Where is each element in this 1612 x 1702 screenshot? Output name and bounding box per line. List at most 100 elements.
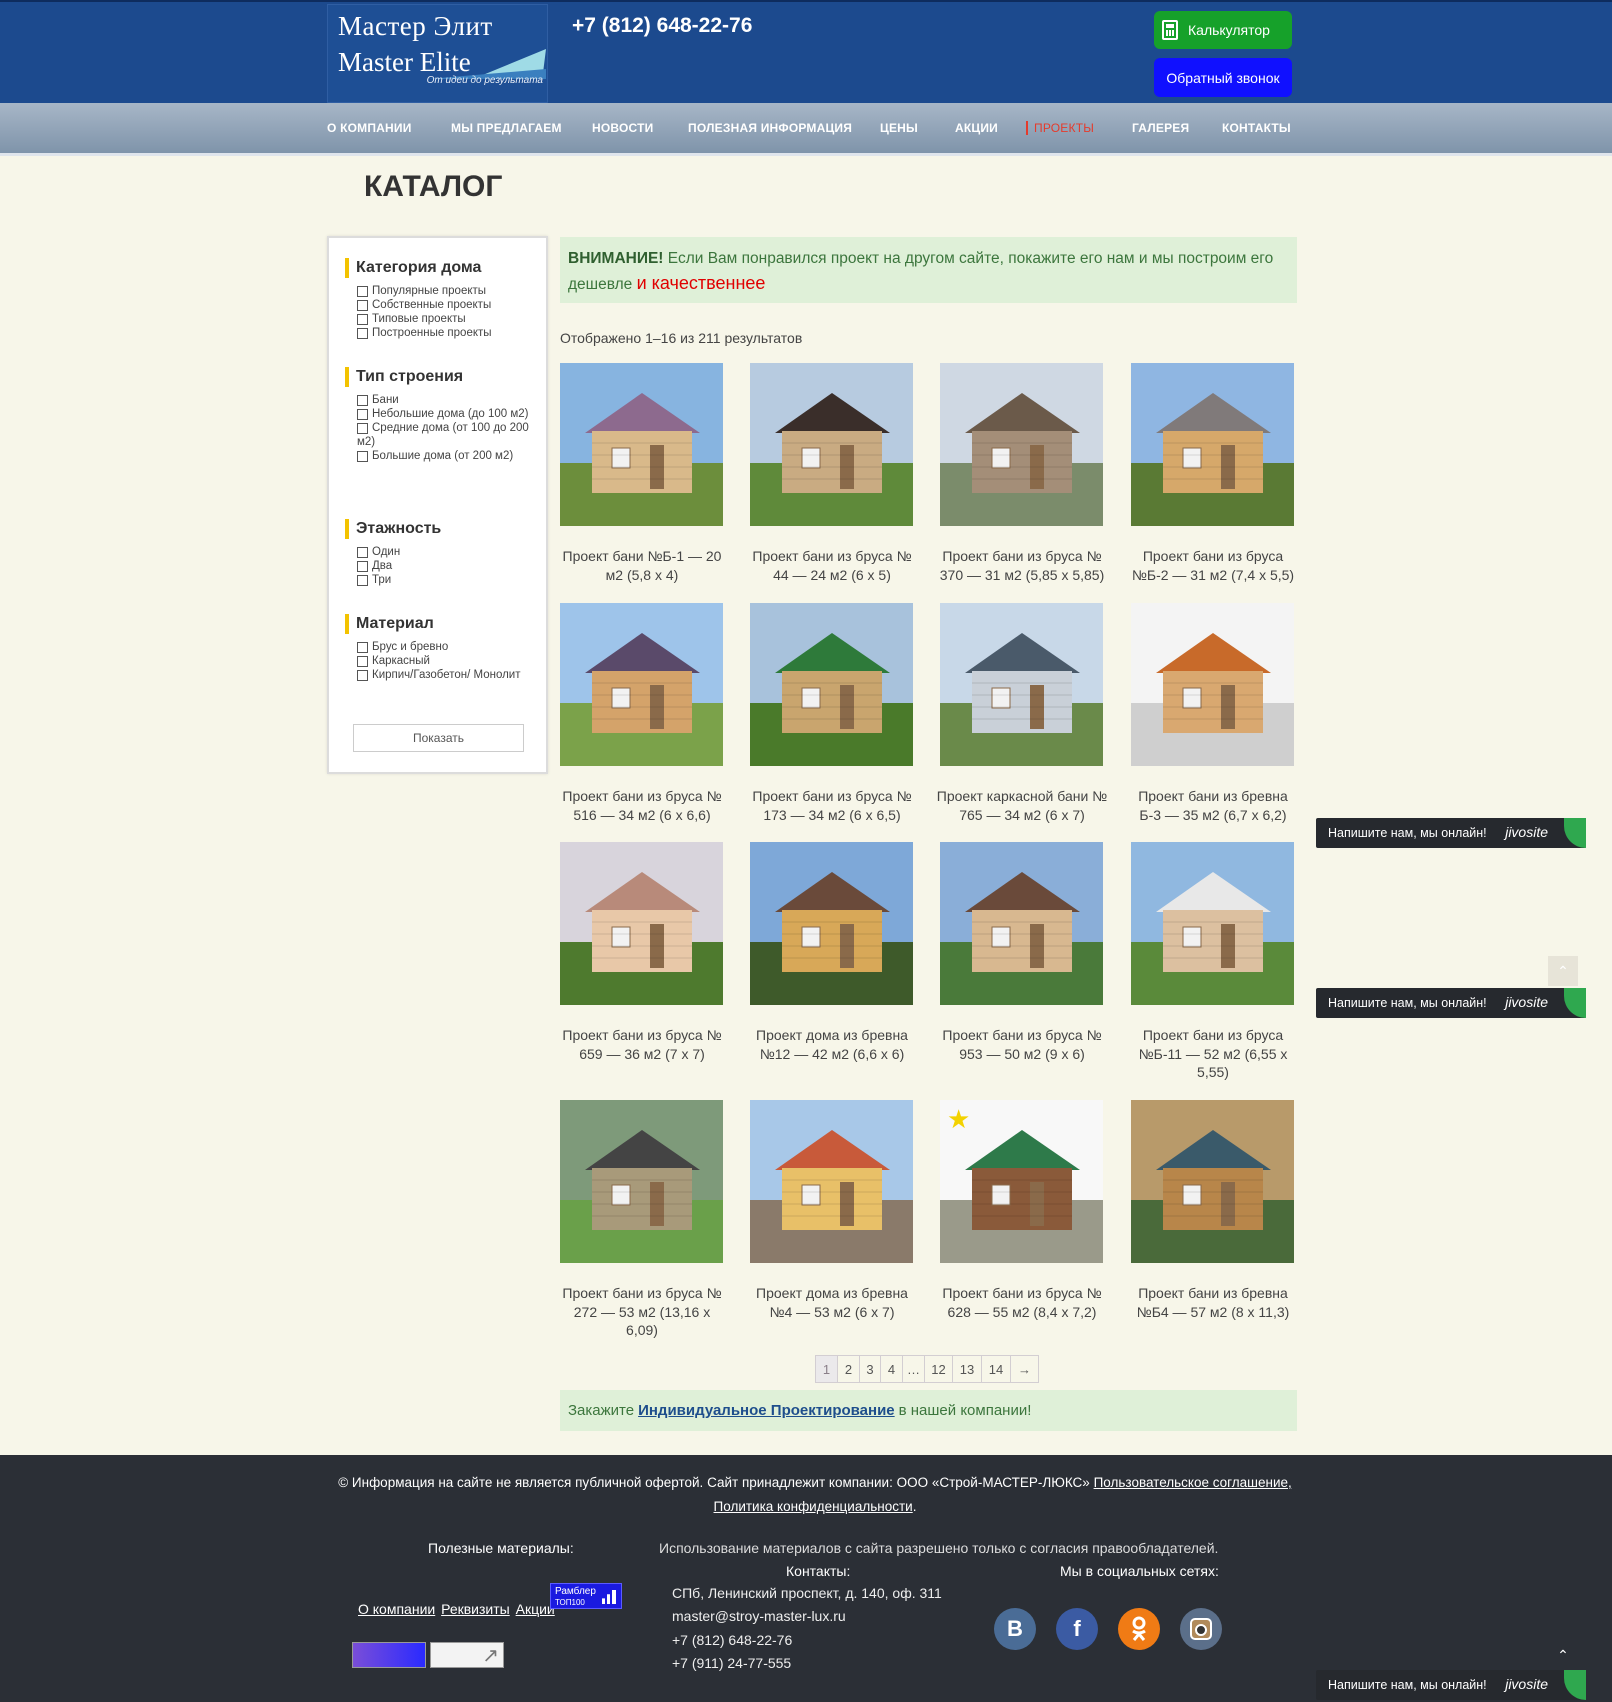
product-card[interactable]: Проект бани из бруса № 953 — 50 м2 (9 х … — [940, 842, 1103, 1063]
page-14[interactable]: 14 — [982, 1356, 1011, 1382]
liveinternet-counter[interactable] — [352, 1642, 426, 1668]
filter-option[interactable]: Брус и бревно — [345, 640, 535, 654]
scroll-top-button[interactable]: ⌃ — [1548, 956, 1578, 986]
show-button[interactable]: Показать — [353, 724, 524, 752]
nav-prices[interactable]: ЦЕНЫ — [880, 121, 918, 135]
order-link[interactable]: Индивидуальное Проектирование — [638, 1402, 895, 1419]
nav-info[interactable]: ПОЛЕЗНАЯ ИНФОРМАЦИЯ — [688, 121, 852, 135]
nav-offer[interactable]: МЫ ПРЕДЛАГАЕМ — [451, 121, 562, 135]
checkbox[interactable] — [357, 423, 368, 434]
footer-phone1[interactable]: +7 (812) 648-22-76 — [672, 1632, 792, 1648]
product-name[interactable]: Проект бани из бруса № 659 — 36 м2 (7 х … — [556, 1026, 728, 1063]
product-image[interactable] — [1131, 842, 1294, 1005]
checkbox[interactable] — [357, 328, 368, 339]
page-4[interactable]: 4 — [881, 1356, 903, 1382]
checkbox[interactable] — [357, 300, 368, 311]
product-image[interactable] — [560, 603, 723, 766]
filter-option[interactable]: Каркасный — [345, 654, 535, 668]
page-2[interactable]: 2 — [838, 1356, 860, 1382]
product-name[interactable]: Проект дома из бревна №4 — 53 м2 (6 х 7) — [746, 1284, 918, 1321]
product-card[interactable]: Проект дома из бревна №4 — 53 м2 (6 х 7) — [750, 1100, 913, 1321]
calculator-button[interactable]: Калькулятор — [1154, 11, 1292, 49]
product-image[interactable] — [560, 1100, 723, 1263]
product-image[interactable] — [750, 842, 913, 1005]
filter-option[interactable]: Большие дома (от 200 м2) — [345, 449, 535, 463]
stats-counter[interactable] — [430, 1642, 504, 1668]
product-name[interactable]: Проект каркасной бани № 765 — 34 м2 (6 х… — [936, 787, 1108, 824]
odnoklassniki-icon[interactable] — [1118, 1608, 1160, 1650]
product-name[interactable]: Проект бани из бруса № 272 — 53 м2 (13,1… — [556, 1284, 728, 1340]
facebook-icon[interactable]: f — [1056, 1608, 1098, 1650]
site-logo[interactable]: Мастер Элит Master Elite От идеи до резу… — [327, 4, 548, 103]
footer-link-requisites[interactable]: Реквизиты — [441, 1601, 510, 1617]
jivosite-chat-widget[interactable]: Напишите нам, мы онлайн! jivosite — [1316, 818, 1586, 848]
callback-button[interactable]: Обратный звонок — [1154, 58, 1292, 97]
product-name[interactable]: Проект бани из бруса № 516 — 34 м2 (6 х … — [556, 787, 728, 824]
product-name[interactable]: Проект бани из бруса №Б-11 — 52 м2 (6,55… — [1127, 1026, 1299, 1082]
product-name[interactable]: Проект бани из бревна №Б4 — 57 м2 (8 х 1… — [1127, 1284, 1299, 1321]
checkbox[interactable] — [357, 451, 368, 462]
product-image[interactable] — [750, 1100, 913, 1263]
filter-option[interactable]: Средние дома (от 100 до 200 м2) — [345, 421, 535, 449]
filter-option[interactable]: Два — [345, 559, 535, 573]
nav-news[interactable]: НОВОСТИ — [592, 121, 653, 135]
page-12[interactable]: 12 — [925, 1356, 953, 1382]
product-image[interactable] — [750, 603, 913, 766]
checkbox[interactable] — [357, 395, 368, 406]
product-card[interactable]: Проект бани из бруса № 659 — 36 м2 (7 х … — [560, 842, 723, 1063]
product-card[interactable]: Проект дома из бревна №12 — 42 м2 (6,6 х… — [750, 842, 913, 1063]
product-image[interactable] — [940, 842, 1103, 1005]
checkbox[interactable] — [357, 547, 368, 558]
nav-gallery[interactable]: ГАЛЕРЕЯ — [1132, 121, 1189, 135]
product-image[interactable] — [1131, 603, 1294, 766]
product-image[interactable] — [560, 842, 723, 1005]
product-name[interactable]: Проект бани из бруса №Б-2 — 31 м2 (7,4 х… — [1127, 547, 1299, 584]
checkbox[interactable] — [357, 656, 368, 667]
footer-link-about[interactable]: О компании — [358, 1601, 435, 1617]
filter-option[interactable]: Кирпич/Газобетон/ Монолит — [345, 668, 535, 682]
product-card[interactable]: Проект бани из бруса № 516 — 34 м2 (6 х … — [560, 603, 723, 824]
filter-option[interactable]: Собственные проекты — [345, 298, 535, 312]
product-name[interactable]: Проект бани из бруса № 44 — 24 м2 (6 х 5… — [746, 547, 918, 584]
product-name[interactable]: Проект бани из бревна Б-3 — 35 м2 (6,7 х… — [1127, 787, 1299, 824]
filter-option[interactable]: Три — [345, 573, 535, 587]
page-13[interactable]: 13 — [953, 1356, 982, 1382]
scroll-top-button[interactable]: ⌃ — [1548, 1640, 1578, 1670]
vk-icon[interactable]: В — [994, 1608, 1036, 1650]
privacy-link[interactable]: Политика конфиденциальности — [714, 1499, 913, 1514]
product-name[interactable]: Проект дома из бревна №12 — 42 м2 (6,6 х… — [746, 1026, 918, 1063]
instagram-icon[interactable] — [1180, 1608, 1222, 1650]
filter-option[interactable]: Один — [345, 545, 535, 559]
filter-option[interactable]: Бани — [345, 393, 535, 407]
terms-link[interactable]: Пользовательское соглашение, — [1094, 1475, 1292, 1490]
product-card[interactable]: Проект бани из бруса № 370 — 31 м2 (5,85… — [940, 363, 1104, 584]
filter-option[interactable]: Популярные проекты — [345, 284, 535, 298]
header-phone[interactable]: +7 (812) 648-22-76 — [572, 14, 752, 38]
filter-option[interactable]: Небольшие дома (до 100 м2) — [345, 407, 535, 421]
product-card[interactable]: Проект бани из бревна Б-3 — 35 м2 (6,7 х… — [1131, 603, 1294, 824]
product-card[interactable]: Проект бани из бруса № 44 — 24 м2 (6 х 5… — [750, 363, 913, 584]
filter-option[interactable]: Типовые проекты — [345, 312, 535, 326]
product-image[interactable] — [560, 363, 723, 526]
jivosite-chat-widget[interactable]: Напишите нам, мы онлайн! jivosite — [1316, 988, 1586, 1018]
nav-contacts[interactable]: КОНТАКТЫ — [1222, 121, 1291, 135]
product-image[interactable] — [940, 363, 1103, 526]
product-image[interactable] — [940, 603, 1103, 766]
checkbox[interactable] — [357, 575, 368, 586]
product-card[interactable]: Проект бани №Б-1 — 20 м2 (5,8 х 4) — [560, 363, 723, 584]
product-image[interactable] — [1131, 1100, 1294, 1263]
rambler-top100-badge[interactable]: Рамблер ТОП100 — [550, 1583, 622, 1609]
checkbox[interactable] — [357, 670, 368, 681]
product-card[interactable]: Проект бани из бруса № 272 — 53 м2 (13,1… — [560, 1100, 723, 1340]
product-name[interactable]: Проект бани из бруса № 628 — 55 м2 (8,4 … — [936, 1284, 1108, 1321]
product-card[interactable]: Проект бани из бруса №Б-2 — 31 м2 (7,4 х… — [1131, 363, 1294, 584]
checkbox[interactable] — [357, 314, 368, 325]
checkbox[interactable] — [357, 642, 368, 653]
nav-about[interactable]: О КОМПАНИИ — [327, 121, 412, 135]
page-3[interactable]: 3 — [860, 1356, 881, 1382]
footer-phone2[interactable]: +7 (911) 24-77-555 — [672, 1655, 791, 1671]
product-card[interactable]: Проект бани из бруса №Б-11 — 52 м2 (6,55… — [1131, 842, 1294, 1082]
product-name[interactable]: Проект бани №Б-1 — 20 м2 (5,8 х 4) — [556, 547, 728, 584]
product-image[interactable] — [1131, 363, 1294, 526]
footer-link-promos[interactable]: Акции — [516, 1601, 555, 1617]
